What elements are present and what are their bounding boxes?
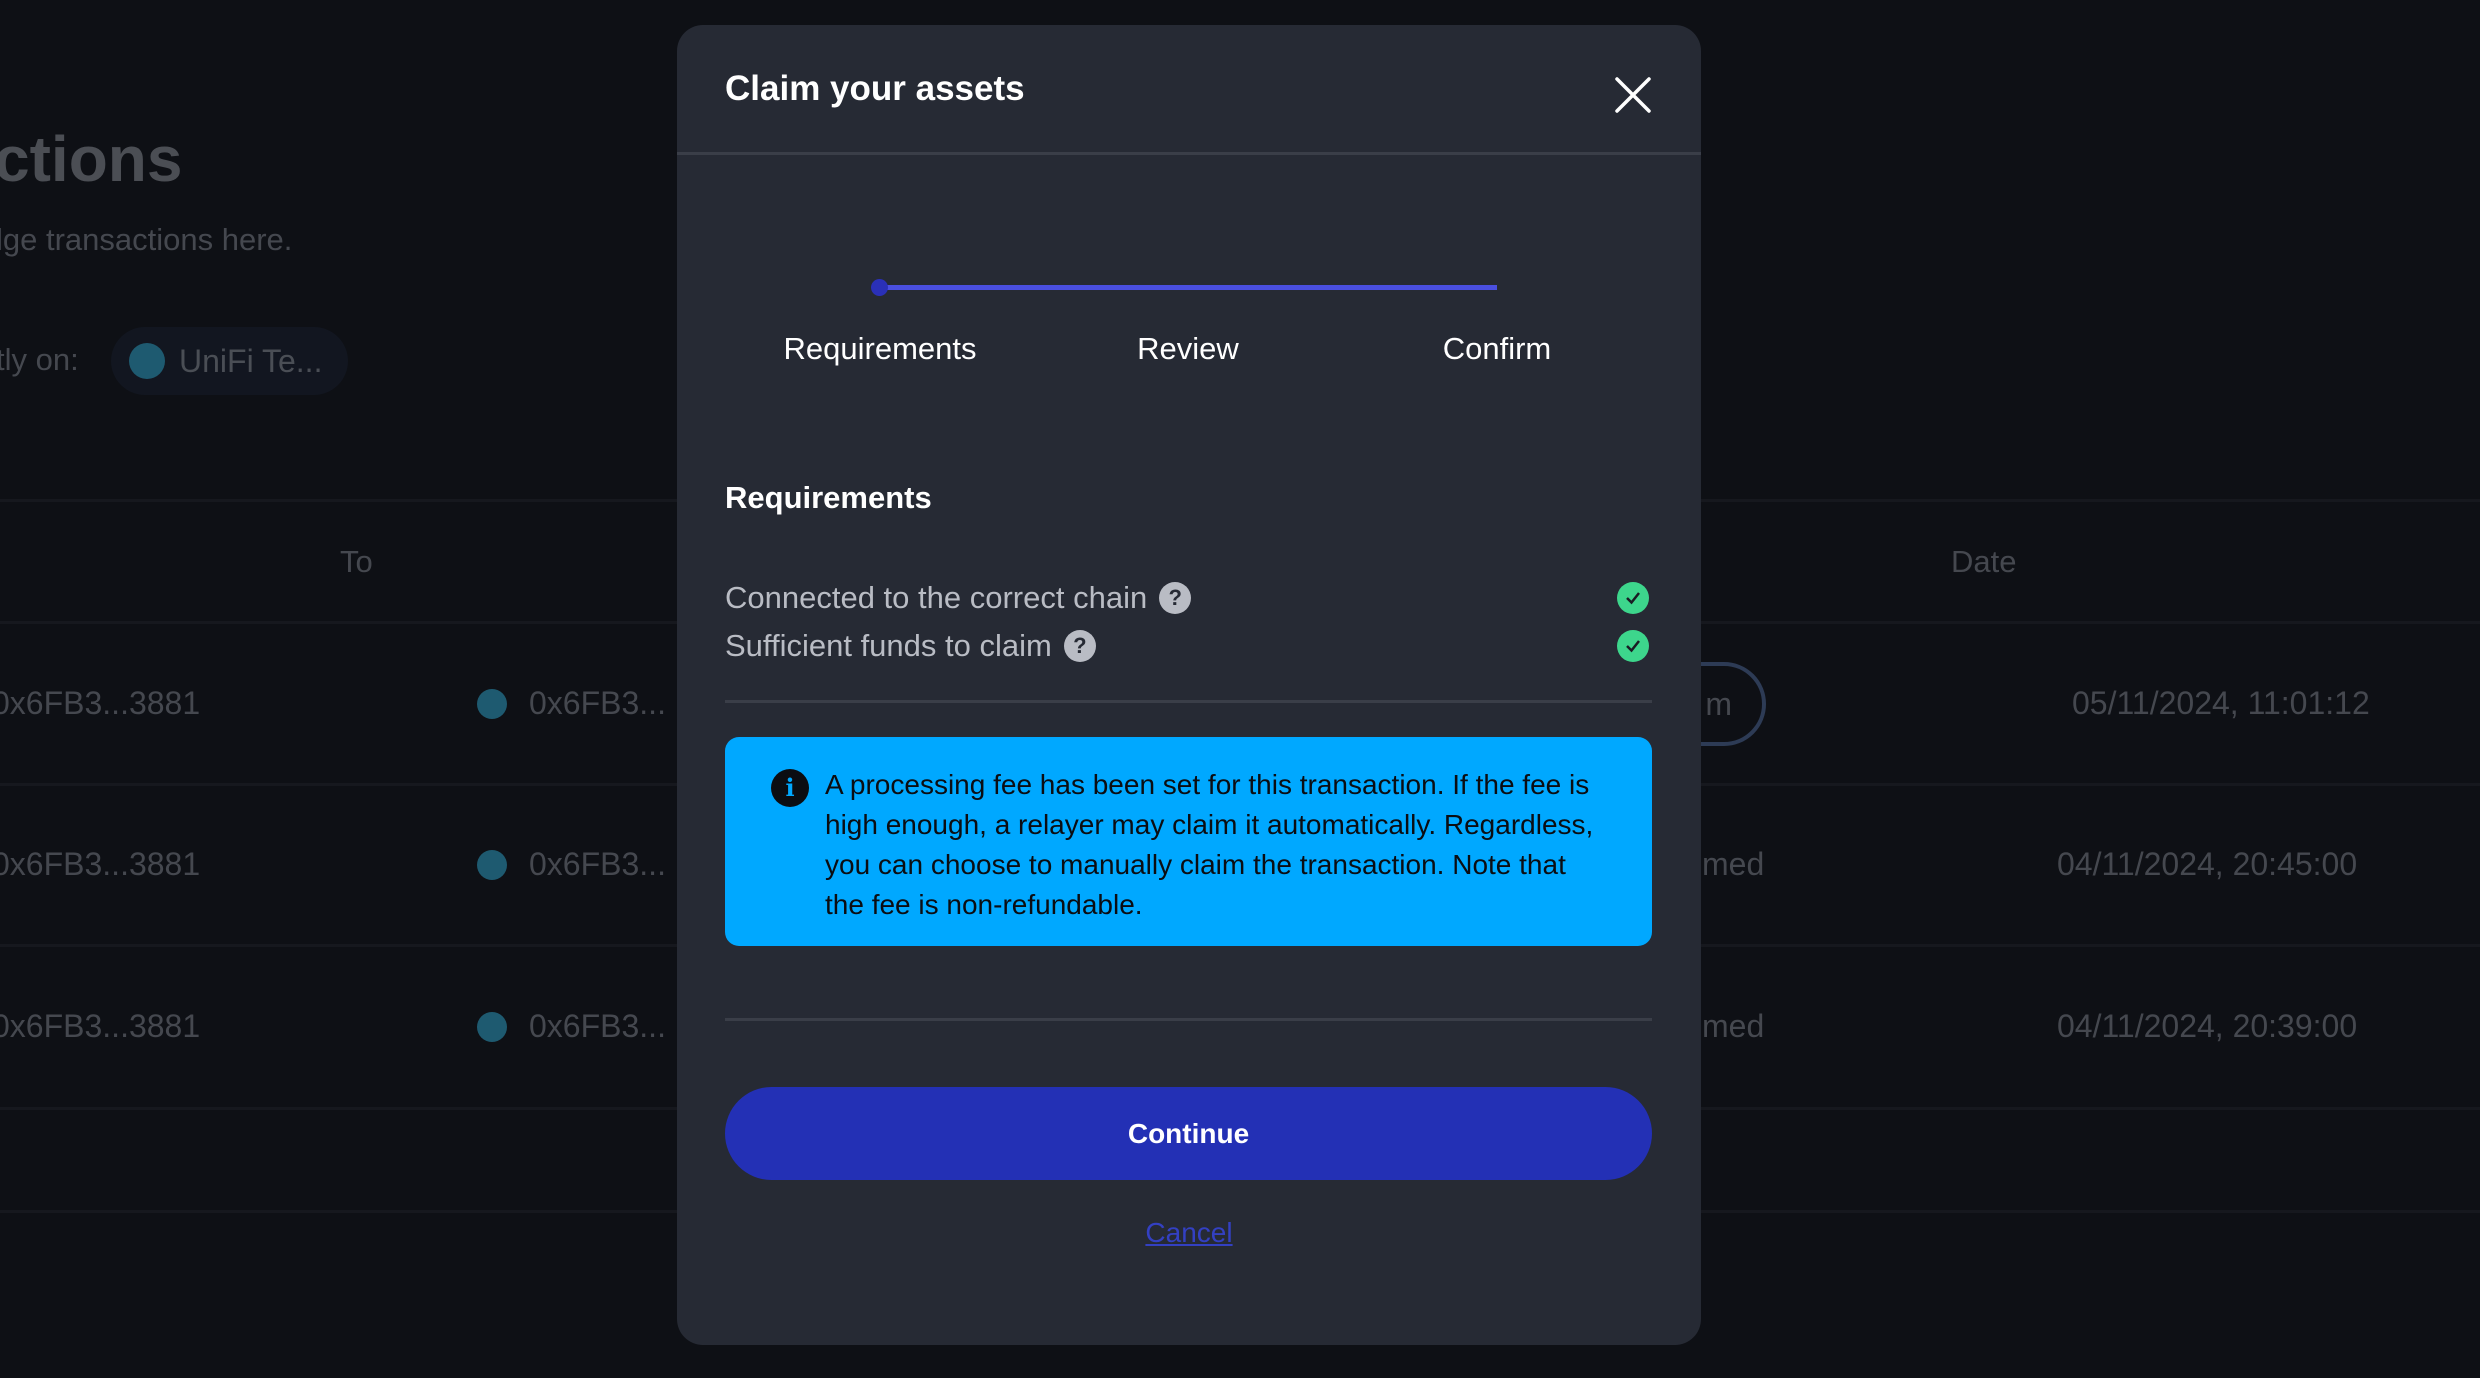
column-header-date: Date <box>1951 544 2017 579</box>
page-subtitle: lge transactions here. <box>0 222 293 257</box>
chain-icon <box>477 1012 507 1042</box>
network-fish-icon <box>129 343 165 379</box>
check-icon <box>1617 630 1649 662</box>
step-confirm: Confirm <box>1442 331 1552 366</box>
page-title: ctions <box>0 123 183 195</box>
divider <box>725 700 1652 703</box>
close-icon[interactable] <box>1613 75 1653 115</box>
to-address: 0x6FB3... <box>529 846 666 882</box>
to-address: 0x6FB3... <box>529 685 666 721</box>
check-icon <box>1617 582 1649 614</box>
column-header-to: To <box>340 544 373 579</box>
cancel-link[interactable]: Cancel <box>677 1217 1701 1249</box>
date: 05/11/2024, 11:01:12 <box>2072 685 2370 721</box>
from-address: 0x6FB3...3881 <box>0 1008 201 1044</box>
stepper-current-dot <box>871 279 888 296</box>
info-icon: i <box>771 769 809 807</box>
date: 04/11/2024, 20:45:00 <box>2057 846 2358 882</box>
help-icon[interactable]: ? <box>1063 630 1096 662</box>
divider <box>725 1018 1652 1021</box>
date: 04/11/2024, 20:39:00 <box>2057 1008 2358 1044</box>
modal-header: Claim your assets <box>677 25 1701 155</box>
claim-button-label: m <box>1705 685 1732 722</box>
info-text: A processing fee has been set for this t… <box>825 769 1594 920</box>
chain-icon <box>477 689 507 719</box>
continue-button[interactable]: Continue <box>725 1087 1652 1180</box>
chain-icon <box>477 850 507 880</box>
modal-title: Claim your assets <box>725 69 1025 108</box>
requirement-funds: Sufficient funds to claim ? <box>725 628 1096 664</box>
info-box: i A processing fee has been set for this… <box>725 737 1652 946</box>
status-text: med <box>1702 846 1765 882</box>
status-text: med <box>1702 1008 1765 1044</box>
step-requirements: Requirements <box>783 331 977 366</box>
help-icon[interactable]: ? <box>1159 582 1192 614</box>
from-address: 0x6FB3...3881 <box>0 685 201 721</box>
network-label: tly on: <box>0 342 79 377</box>
requirement-label: Connected to the correct chain <box>725 580 1148 615</box>
network-chip[interactable]: UniFi Te... <box>111 327 348 395</box>
stepper-progress-line <box>880 285 1497 290</box>
step-review: Review <box>1137 331 1239 366</box>
claim-modal: Claim your assets Requirements Review Co… <box>677 25 1701 1345</box>
requirement-chain: Connected to the correct chain ? <box>725 580 1192 616</box>
to-address: 0x6FB3... <box>529 1008 666 1044</box>
network-chip-label: UniFi Te... <box>179 342 323 379</box>
requirement-label: Sufficient funds to claim <box>725 628 1052 663</box>
from-address: 0x6FB3...3881 <box>0 846 201 882</box>
section-title: Requirements <box>725 480 932 515</box>
